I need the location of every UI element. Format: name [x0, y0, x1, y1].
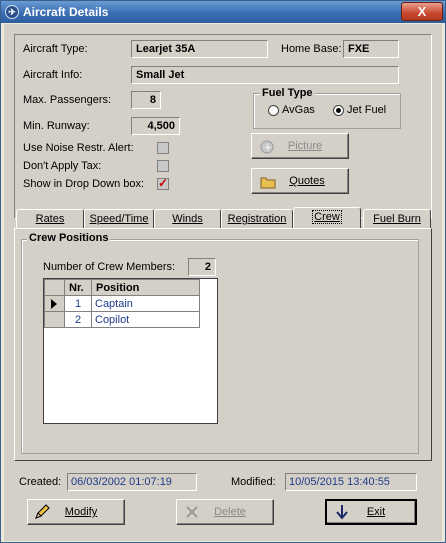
created-field: 06/03/2002 01:07:19 [67, 473, 197, 491]
exit-arrow-icon [335, 504, 349, 528]
table-row[interactable]: 1 Captain [44, 295, 200, 312]
modify-button-label: Modify [64, 506, 98, 518]
tab-crew[interactable]: Crew [293, 207, 361, 229]
app-icon: ✈ [5, 5, 19, 19]
noise-alert-label: Use Noise Restr. Alert: [23, 142, 134, 154]
close-button[interactable]: X [401, 2, 443, 21]
folder-icon [260, 174, 276, 198]
svg-text:+: + [264, 143, 272, 153]
exit-button[interactable]: Exit [325, 499, 417, 525]
crew-grid[interactable]: Nr. Position 1 Captain 2 Copilot [43, 278, 218, 424]
picture-icon: + [260, 139, 274, 163]
no-tax-checkbox[interactable] [157, 160, 169, 172]
home-base-field[interactable]: FXE [343, 40, 399, 58]
window-title: Aircraft Details [23, 5, 109, 19]
crew-count-label: Number of Crew Members: [43, 261, 176, 273]
modified-label: Modified: [231, 476, 276, 488]
max-passengers-label: Max. Passengers: [23, 94, 112, 106]
aircraft-details-window: ✈ Aircraft Details X Aircraft Type: Lear… [0, 0, 446, 543]
aircraft-info-label: Aircraft Info: [23, 69, 83, 81]
crew-nr-cell[interactable]: 2 [64, 311, 92, 328]
tab-crew-label: Crew [312, 210, 342, 224]
row-indicator [44, 311, 65, 328]
created-label: Created: [19, 476, 62, 488]
exit-button-label: Exit [366, 506, 386, 518]
crew-positions-title: Crew Positions [27, 232, 111, 244]
avgas-label: AvGas [282, 104, 315, 116]
delete-button[interactable]: Delete [176, 499, 274, 525]
quotes-button-label: Quotes [289, 175, 325, 187]
dialog-body: Aircraft Type: Learjet 35A Home Base: FX… [4, 24, 442, 541]
grid-header-row: Nr. Position [44, 279, 200, 296]
aircraft-info-field[interactable]: Small Jet [131, 66, 399, 84]
avgas-radio[interactable] [268, 105, 279, 116]
quotes-button[interactable]: Quotes [251, 168, 349, 194]
tab-registration[interactable]: Registration [221, 209, 293, 229]
tab-strip: Rates Speed/Time Winds Registration Crew… [14, 207, 432, 229]
tab-rates[interactable]: Rates [16, 209, 84, 229]
tab-speed-time[interactable]: Speed/Time [84, 209, 154, 229]
crew-nr-cell[interactable]: 1 [64, 295, 92, 312]
aircraft-type-label: Aircraft Type: [23, 43, 88, 55]
column-header-nr[interactable]: Nr. [64, 279, 92, 296]
fuel-type-title: Fuel Type [260, 87, 315, 99]
title-bar[interactable]: ✈ Aircraft Details X [1, 1, 445, 23]
jet-fuel-radio[interactable] [333, 105, 344, 116]
crew-position-cell[interactable]: Captain [91, 295, 200, 312]
min-runway-field[interactable]: 4,500 [131, 117, 180, 135]
current-row-arrow-icon [51, 298, 57, 309]
no-tax-label: Don't Apply Tax: [23, 160, 102, 172]
tab-fuel-burn[interactable]: Fuel Burn [363, 209, 431, 229]
grid-corner [44, 279, 65, 296]
aircraft-type-field[interactable]: Learjet 35A [131, 40, 268, 58]
jet-fuel-label: Jet Fuel [347, 104, 387, 116]
delete-x-icon [185, 504, 199, 528]
max-passengers-field[interactable]: 8 [131, 91, 161, 109]
crew-tab-page: Crew Positions Number of Crew Members: 2… [14, 228, 432, 461]
table-row[interactable]: 2 Copilot [44, 311, 200, 328]
crew-count-field[interactable]: 2 [188, 258, 216, 276]
dropdown-label: Show in Drop Down box: [23, 178, 145, 190]
modify-button[interactable]: Modify [27, 499, 125, 525]
show-in-dropdown-checkbox[interactable] [157, 176, 169, 190]
home-base-label: Home Base: [281, 43, 342, 55]
crew-position-cell[interactable]: Copilot [91, 311, 200, 328]
row-indicator [44, 295, 65, 312]
delete-button-label: Delete [214, 506, 246, 518]
picture-button-label: Picture [287, 140, 323, 152]
min-runway-label: Min. Runway: [23, 120, 90, 132]
picture-button[interactable]: + Picture [251, 133, 349, 159]
column-header-position[interactable]: Position [91, 279, 200, 296]
noise-alert-checkbox[interactable] [157, 142, 169, 154]
pencil-icon [34, 504, 50, 529]
tab-winds[interactable]: Winds [154, 209, 221, 229]
details-panel: Aircraft Type: Learjet 35A Home Base: FX… [14, 34, 432, 219]
modified-field: 10/05/2015 13:40:55 [285, 473, 417, 491]
